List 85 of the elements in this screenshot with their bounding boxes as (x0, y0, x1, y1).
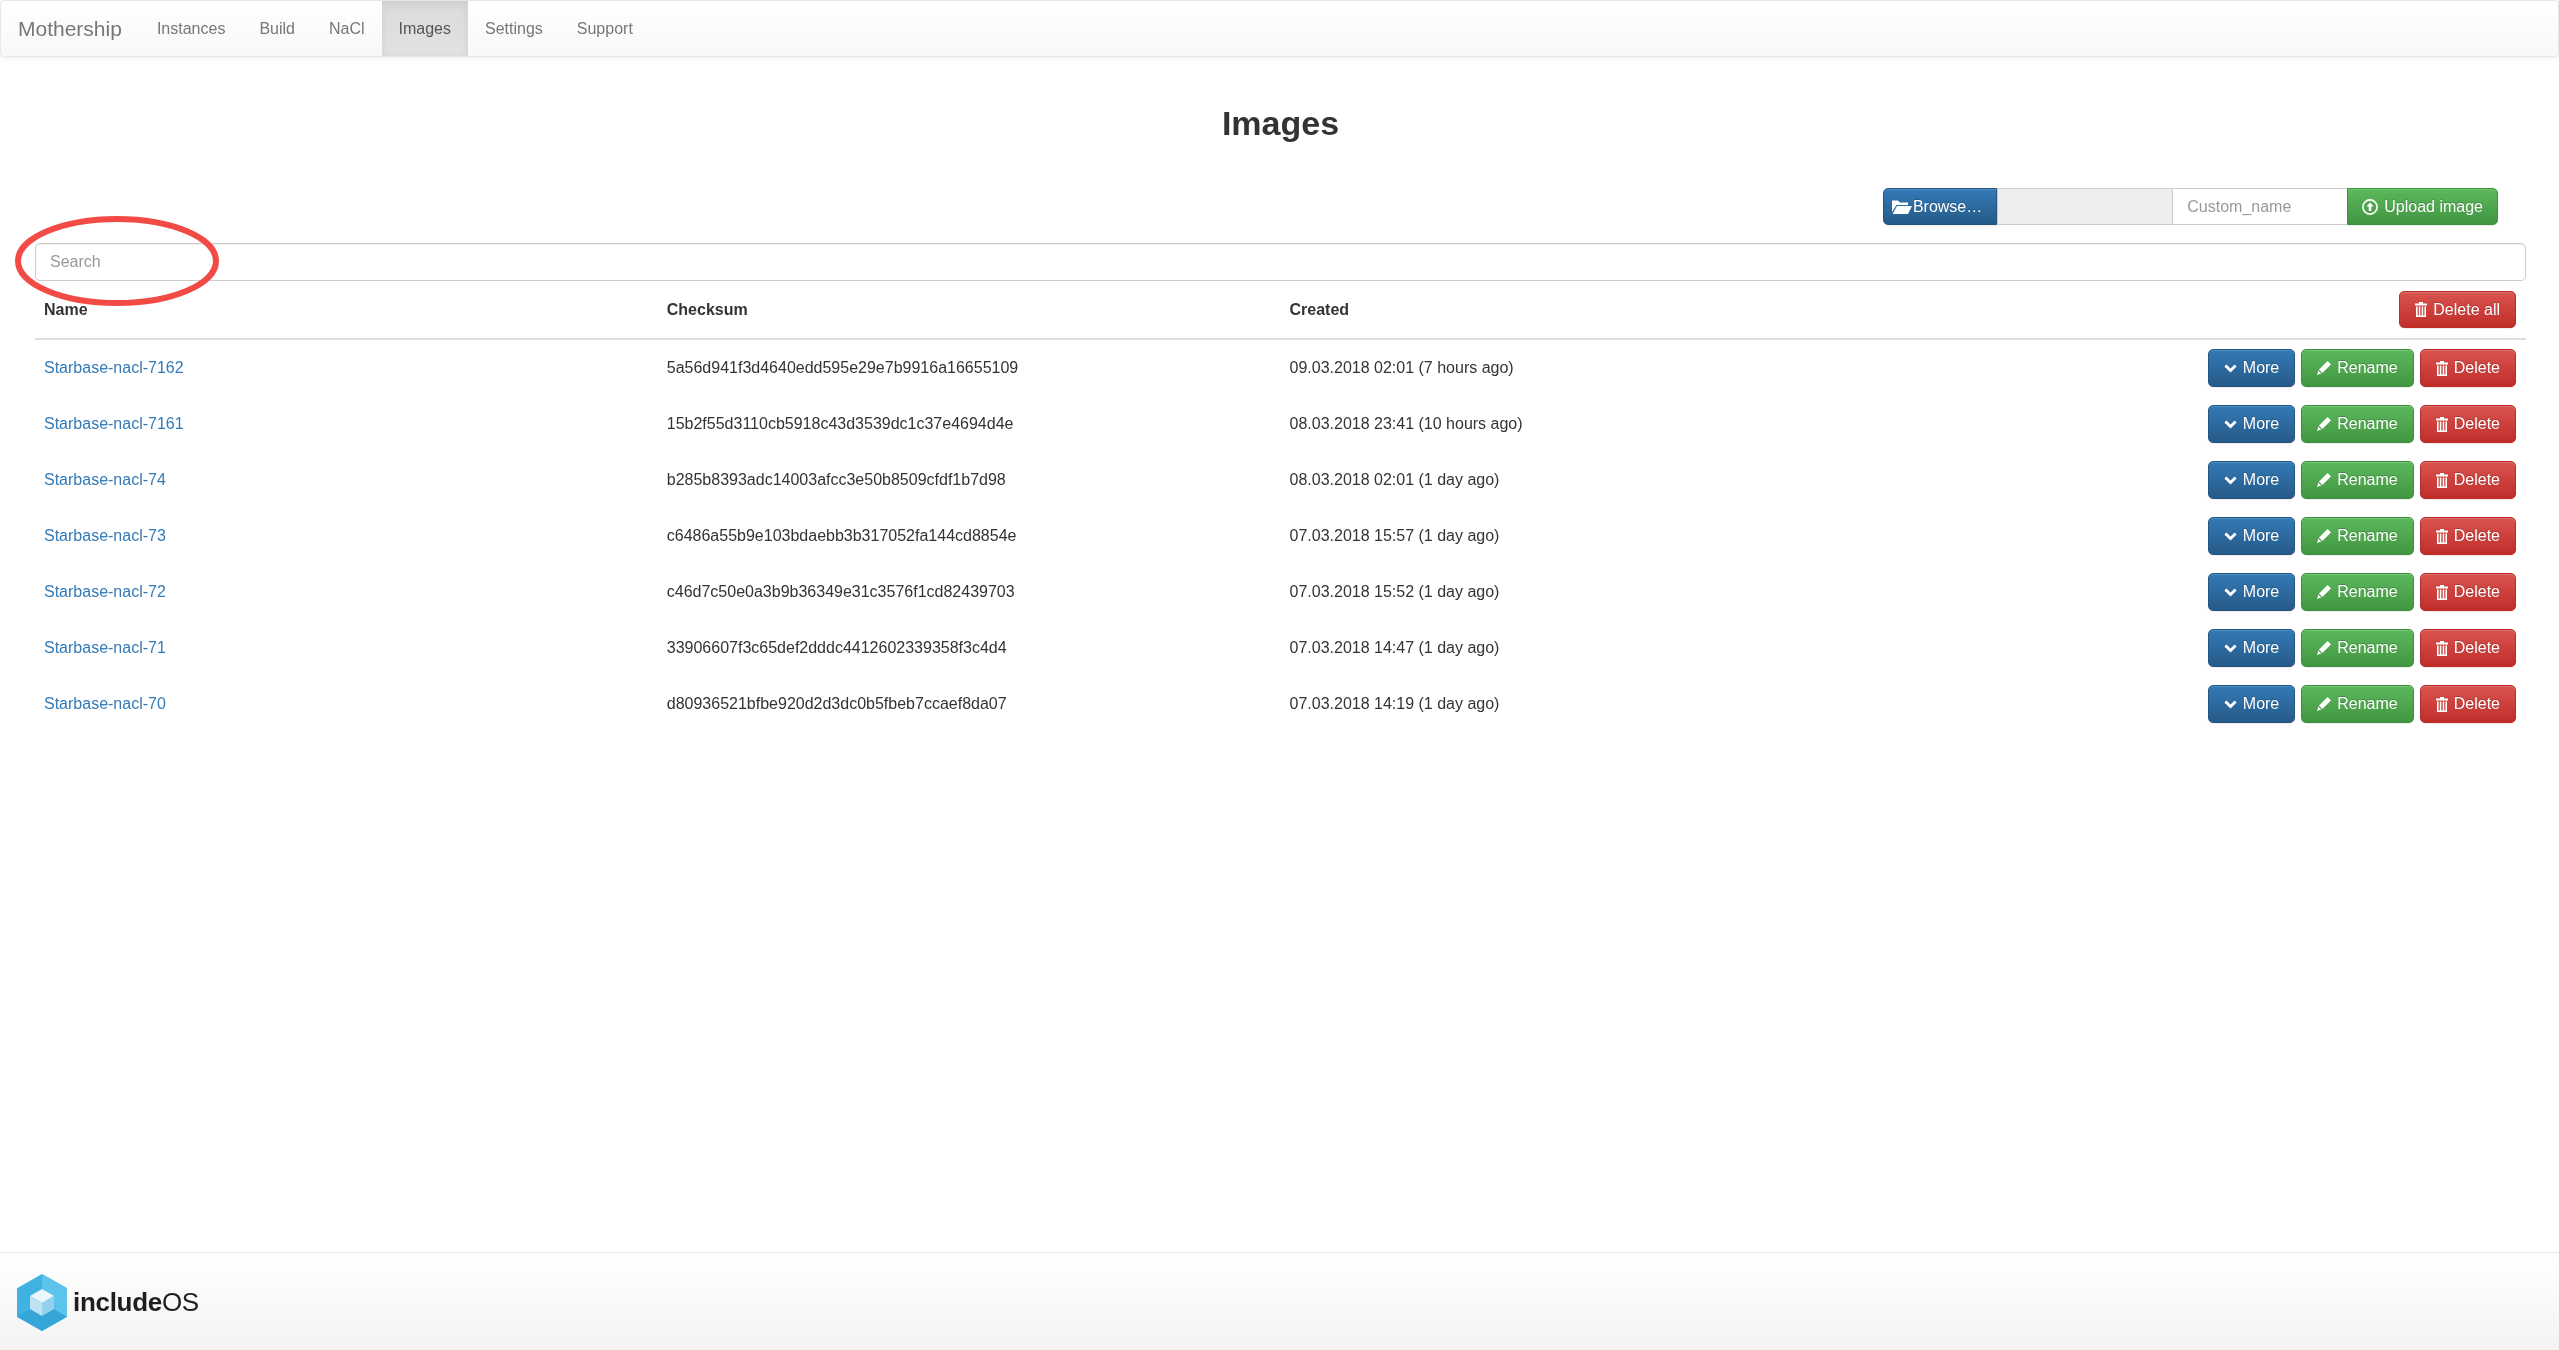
nav-tab[interactable]: Images (381, 1, 468, 56)
created-text: 07.03.2018 15:57 (1 day ago) (1289, 527, 1500, 545)
upload-button[interactable]: Upload image (2347, 188, 2498, 225)
rename-button[interactable]: Rename (2301, 461, 2414, 499)
image-name-link[interactable]: Starbase-nacl-73 (44, 527, 166, 545)
column-header: Checksum (666, 300, 748, 319)
trash-icon (2435, 584, 2448, 600)
chevron-down-icon (2223, 699, 2237, 709)
checksum-text: 15b2f55d3110cb5918c43d3539dc1c37e4694d4e (666, 415, 1014, 433)
created-text: 07.03.2018 15:52 (1 day ago) (1289, 583, 1500, 601)
more-button[interactable]: More (2207, 517, 2296, 555)
pencil-icon (2317, 529, 2332, 543)
pencil-icon (2317, 697, 2332, 711)
rename-button[interactable]: Rename (2301, 405, 2414, 443)
delete-button[interactable]: Delete (2419, 517, 2516, 555)
nav-tab[interactable]: Instances (139, 1, 243, 56)
pencil-icon (2317, 361, 2332, 375)
more-button[interactable]: More (2207, 349, 2296, 387)
checksum-text: b285b8393adc14003afcc3e50b8509cfdf1b7d98 (666, 471, 1006, 489)
image-name-link[interactable]: Starbase-nacl-70 (44, 695, 166, 713)
delete-button[interactable]: Delete (2419, 461, 2516, 499)
more-button[interactable]: More (2207, 685, 2296, 723)
more-button[interactable]: More (2207, 461, 2296, 499)
logo-text: includeOS (73, 1287, 199, 1318)
trash-icon (2435, 360, 2448, 376)
rename-button[interactable]: Rename (2301, 573, 2414, 611)
logo-icon (17, 1274, 67, 1331)
more-button[interactable]: More (2207, 573, 2296, 611)
pencil-icon (2317, 641, 2332, 655)
delete-all-button[interactable]: Delete all (2399, 291, 2516, 328)
trash-icon (2435, 472, 2448, 488)
delete-button[interactable]: Delete (2419, 629, 2516, 667)
delete-button[interactable]: Delete (2419, 405, 2516, 443)
more-button[interactable]: More (2207, 629, 2296, 667)
delete-button[interactable]: Delete (2419, 573, 2516, 611)
checksum-text: c6486a55b9e103bdaebb3b317052fa144cd8854e (666, 527, 1017, 545)
page-title: Images (1221, 103, 1340, 143)
nav-tab[interactable]: Settings (468, 1, 560, 56)
created-text: 07.03.2018 14:19 (1 day ago) (1289, 695, 1500, 713)
nav-tab[interactable]: Build (242, 1, 312, 56)
nav-tab[interactable]: Support (559, 1, 650, 56)
checksum-text: 5a56d941f3d4640edd595e29e7b9916a16655109 (666, 359, 1019, 377)
column-header: Created (1289, 300, 1350, 319)
image-name-link[interactable]: Starbase-nacl-74 (44, 471, 166, 489)
name-input[interactable]: Custom_name (2173, 188, 2348, 225)
trash-icon (2435, 528, 2448, 544)
delete-button[interactable]: Delete (2419, 349, 2516, 387)
created-text: 07.03.2018 14:47 (1 day ago) (1289, 639, 1500, 657)
trash-icon (2435, 640, 2448, 656)
chevron-down-icon (2223, 643, 2237, 653)
chevron-down-icon (2223, 363, 2237, 373)
upload-icon (2362, 198, 2379, 215)
rename-button[interactable]: Rename (2301, 517, 2414, 555)
created-text: 09.03.2018 02:01 (7 hours ago) (1289, 359, 1514, 377)
trash-icon (2435, 416, 2448, 432)
search-field[interactable]: Search (35, 243, 2526, 281)
trash-icon (2415, 302, 2428, 317)
image-name-link[interactable]: Starbase-nacl-72 (44, 583, 166, 601)
checksum-text: c46d7c50e0a3b9b36349e31c3576f1cd82439703 (666, 583, 1015, 601)
chevron-down-icon (2223, 419, 2237, 429)
created-text: 08.03.2018 23:41 (10 hours ago) (1289, 415, 1523, 433)
image-name-link[interactable]: Starbase-nacl-7161 (44, 415, 184, 433)
checksum-text: d80936521bfbe920d2d3dc0b5fbeb7ccaef8da07 (666, 695, 1007, 713)
rename-button[interactable]: Rename (2301, 349, 2414, 387)
browse-button[interactable]: Browse… (1882, 188, 1998, 225)
image-name-link[interactable]: Starbase-nacl-71 (44, 639, 166, 657)
trash-icon (2435, 696, 2448, 712)
image-name-link[interactable]: Starbase-nacl-7162 (44, 359, 184, 377)
rename-button[interactable]: Rename (2301, 685, 2414, 723)
checksum-text: 33906607f3c65def2dddc4412602339358f3c4d4 (666, 639, 1007, 657)
rename-button[interactable]: Rename (2301, 629, 2414, 667)
brand-link[interactable]: Mothership (1, 1, 140, 56)
nav-tab[interactable]: NaCl (311, 1, 382, 56)
pencil-icon (2317, 473, 2332, 487)
chevron-down-icon (2223, 587, 2237, 597)
chevron-down-icon (2223, 475, 2237, 485)
pencil-icon (2317, 417, 2332, 431)
created-text: 08.03.2018 02:01 (1 day ago) (1289, 471, 1500, 489)
delete-button[interactable]: Delete (2419, 685, 2516, 723)
folder-icon (1891, 199, 1912, 214)
more-button[interactable]: More (2207, 405, 2296, 443)
chevron-down-icon (2223, 531, 2237, 541)
pencil-icon (2317, 585, 2332, 599)
file-name-field[interactable] (1997, 188, 2174, 225)
column-header: Name (44, 300, 88, 319)
